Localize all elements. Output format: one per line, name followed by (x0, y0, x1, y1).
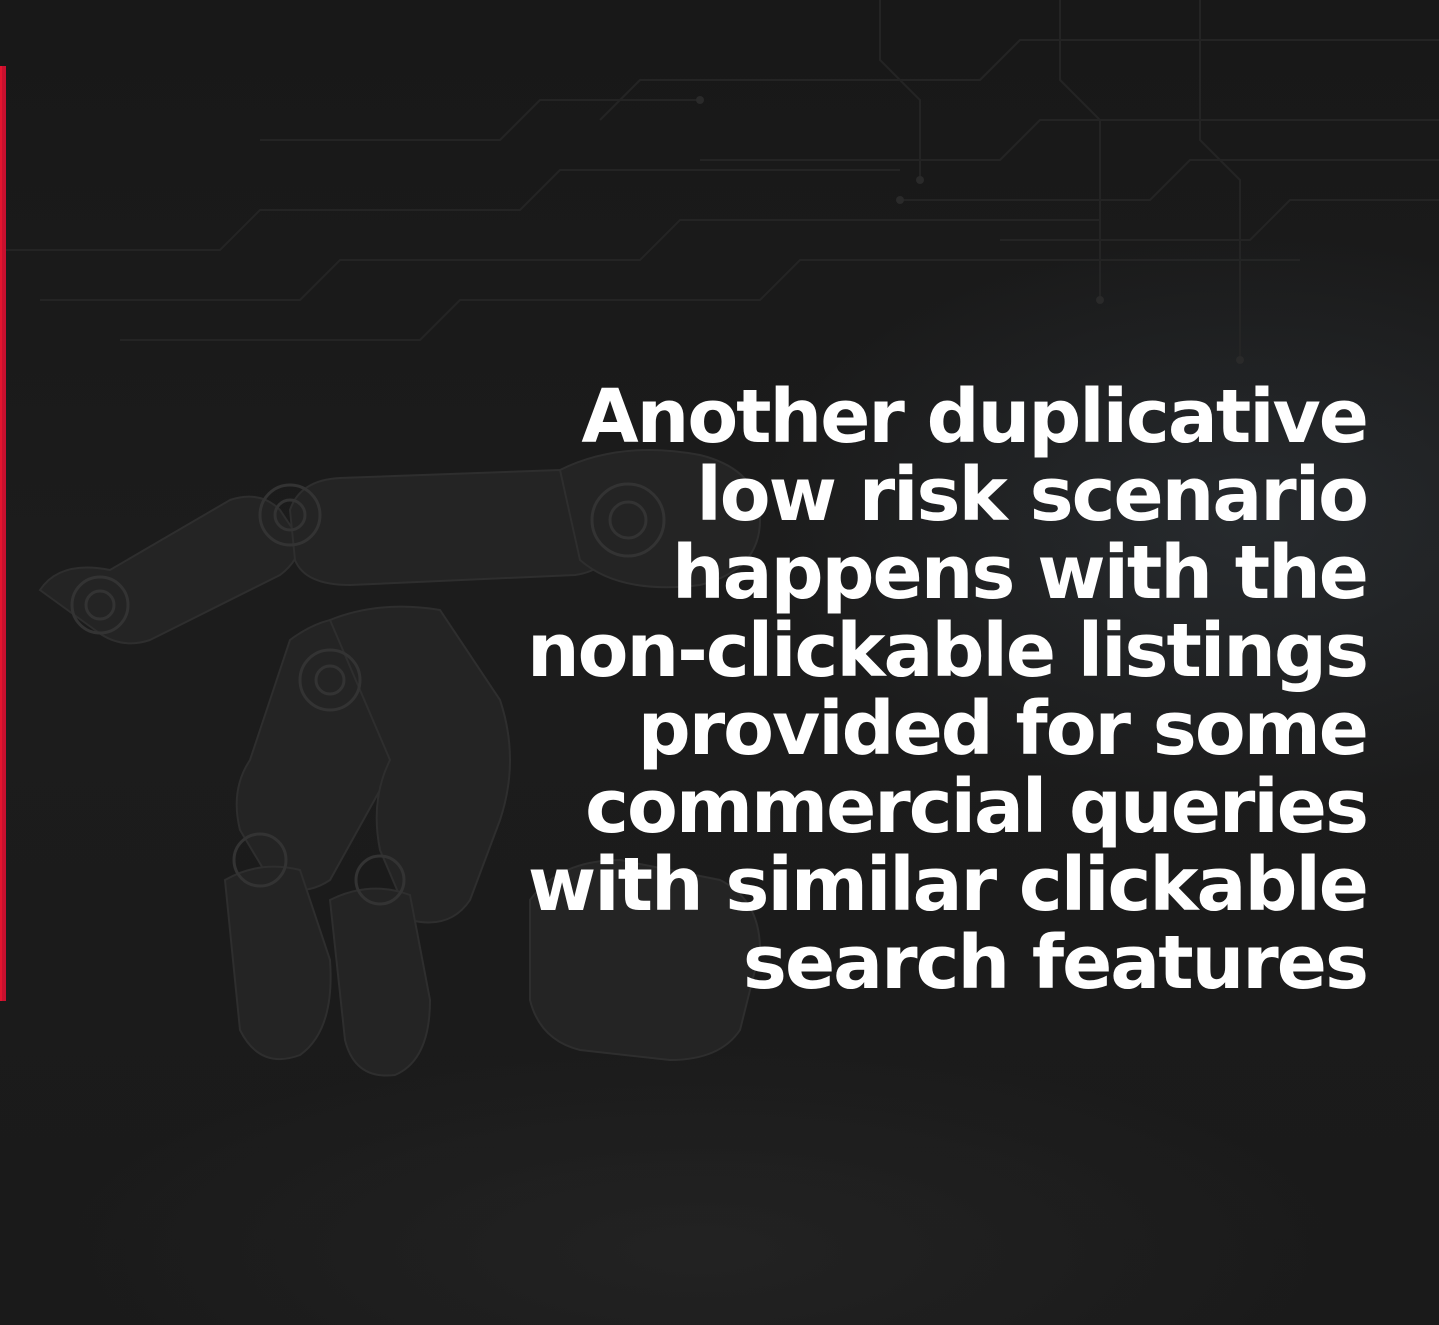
accent-bar-highlight (0, 66, 2, 1001)
headline-line: with similar clickable (527, 842, 1369, 928)
slide: Another duplicative low risk scenario ha… (0, 0, 1439, 1325)
headline-line: provided for some (637, 686, 1369, 772)
accent-bar (0, 66, 6, 1001)
headline-line: Another duplicative (581, 374, 1369, 460)
headline-line: search features (742, 920, 1369, 1006)
headline-line: commercial queries (585, 764, 1369, 850)
headline-line: happens with the (671, 530, 1369, 616)
headline-line: low risk scenario (696, 452, 1369, 538)
headline: Another duplicative low risk scenario ha… (467, 374, 1369, 1006)
headline-line: non-clickable listings (526, 608, 1369, 694)
